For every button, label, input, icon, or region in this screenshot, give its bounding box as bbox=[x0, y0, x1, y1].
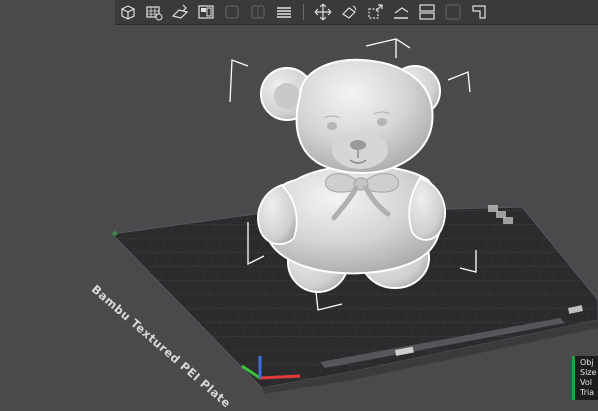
add-cube-icon[interactable] bbox=[117, 1, 139, 23]
toolbar-separator bbox=[303, 4, 304, 20]
arrange-icon[interactable] bbox=[195, 1, 217, 23]
object-info-row: Vol bbox=[580, 378, 592, 387]
3d-viewport[interactable]: ⊕ bbox=[0, 0, 598, 400]
cut-icon[interactable] bbox=[416, 1, 438, 23]
x-axis bbox=[259, 374, 301, 380]
object-info-row: Size bbox=[580, 368, 597, 377]
teddy-bear-model[interactable] bbox=[257, 58, 446, 293]
split-parts-icon[interactable] bbox=[247, 1, 269, 23]
svg-text:⊕: ⊕ bbox=[112, 230, 118, 238]
auto-orient-icon[interactable] bbox=[169, 1, 191, 23]
rotate-icon[interactable] bbox=[338, 1, 360, 23]
split-objects-icon[interactable] bbox=[221, 1, 243, 23]
add-plate-icon[interactable] bbox=[143, 1, 165, 23]
lay-on-face-icon[interactable] bbox=[390, 1, 412, 23]
move-icon[interactable] bbox=[312, 1, 334, 23]
seam-paint-icon[interactable] bbox=[468, 1, 490, 23]
support-paint-icon[interactable] bbox=[442, 1, 464, 23]
object-info-row: Tria bbox=[580, 388, 595, 397]
layers-icon[interactable] bbox=[273, 1, 295, 23]
top-toolbar bbox=[115, 0, 598, 25]
object-info-row: Obj bbox=[580, 358, 594, 367]
scale-icon[interactable] bbox=[364, 1, 386, 23]
object-info-panel: Obj Size Vol Tria bbox=[572, 356, 598, 400]
